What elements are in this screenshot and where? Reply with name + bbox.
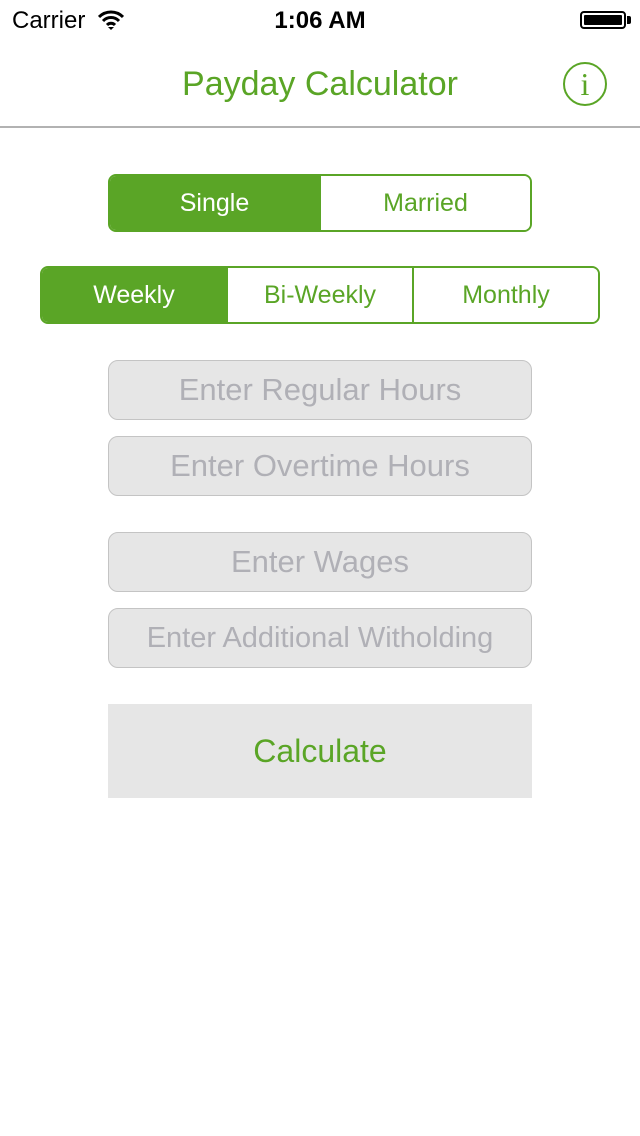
pay-period-segmented-control: Weekly Bi-Weekly Monthly	[40, 266, 600, 324]
calculate-button[interactable]: Calculate	[108, 704, 532, 798]
status-bar: Carrier 1:06 AM	[0, 0, 640, 40]
page-title: Payday Calculator	[182, 65, 458, 103]
battery-tip	[627, 16, 631, 24]
segment-weekly[interactable]: Weekly	[42, 268, 226, 322]
regular-hours-input[interactable]	[108, 360, 532, 420]
segment-married[interactable]: Married	[319, 176, 530, 230]
battery-level-fill	[584, 15, 622, 25]
info-button[interactable]: i	[563, 62, 607, 106]
wages-input[interactable]	[108, 532, 532, 592]
segment-single[interactable]: Single	[110, 176, 319, 230]
segment-bi-weekly[interactable]: Bi-Weekly	[226, 268, 412, 322]
additional-withholding-input[interactable]	[108, 608, 532, 668]
payday-calculator-screen: Carrier 1:06 AM Payday Calculator i Sing…	[0, 0, 640, 1136]
status-time: 1:06 AM	[274, 7, 366, 34]
info-icon: i	[580, 66, 590, 102]
battery-icon	[580, 11, 626, 29]
overtime-hours-input[interactable]	[108, 436, 532, 496]
segment-monthly[interactable]: Monthly	[412, 268, 598, 322]
filing-status-segmented-control: Single Married	[108, 174, 532, 232]
navigation-bar: Payday Calculator i	[0, 40, 640, 128]
